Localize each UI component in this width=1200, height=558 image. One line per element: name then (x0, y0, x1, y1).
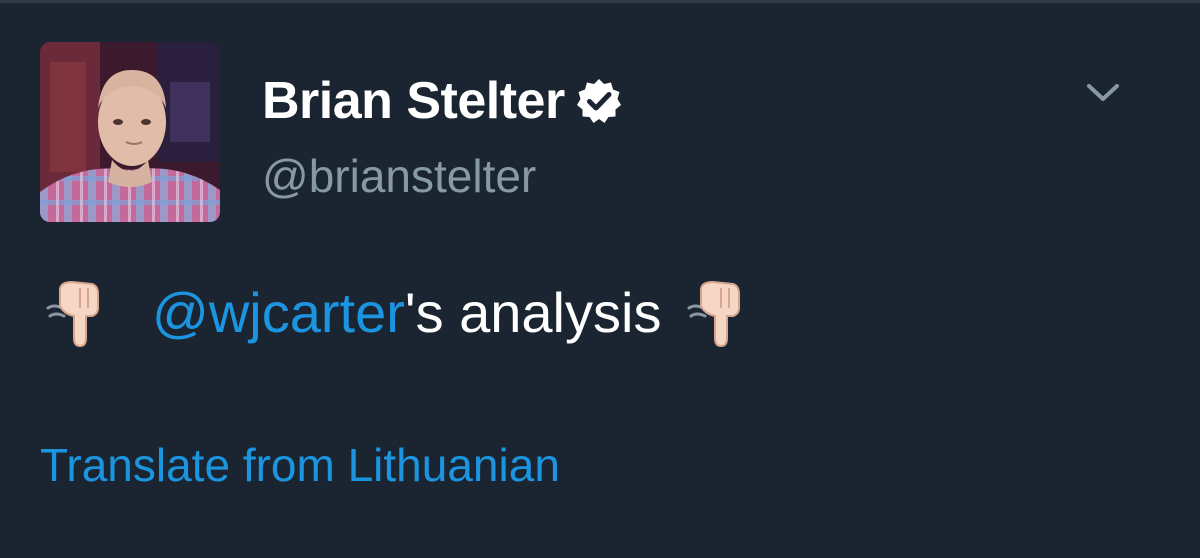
mention-link[interactable]: @wjcarter (152, 276, 405, 350)
translate-link[interactable]: Translate from Lithuanian (40, 436, 560, 494)
avatar[interactable] (40, 42, 220, 222)
author-handle[interactable]: @brianstelter (262, 148, 536, 204)
tweet-text: @wjcarter's analysis (40, 276, 751, 350)
tweet-text-body: 's analysis (404, 281, 662, 344)
pointing-down-hand-icon (681, 278, 751, 348)
pointing-down-hand-icon (40, 278, 110, 348)
author-display-name[interactable]: Brian Stelter (262, 70, 565, 132)
chevron-down-icon[interactable] (1084, 78, 1122, 108)
top-divider (0, 0, 1200, 3)
author-name-row: Brian Stelter (262, 70, 623, 132)
verified-badge-icon (575, 77, 623, 125)
